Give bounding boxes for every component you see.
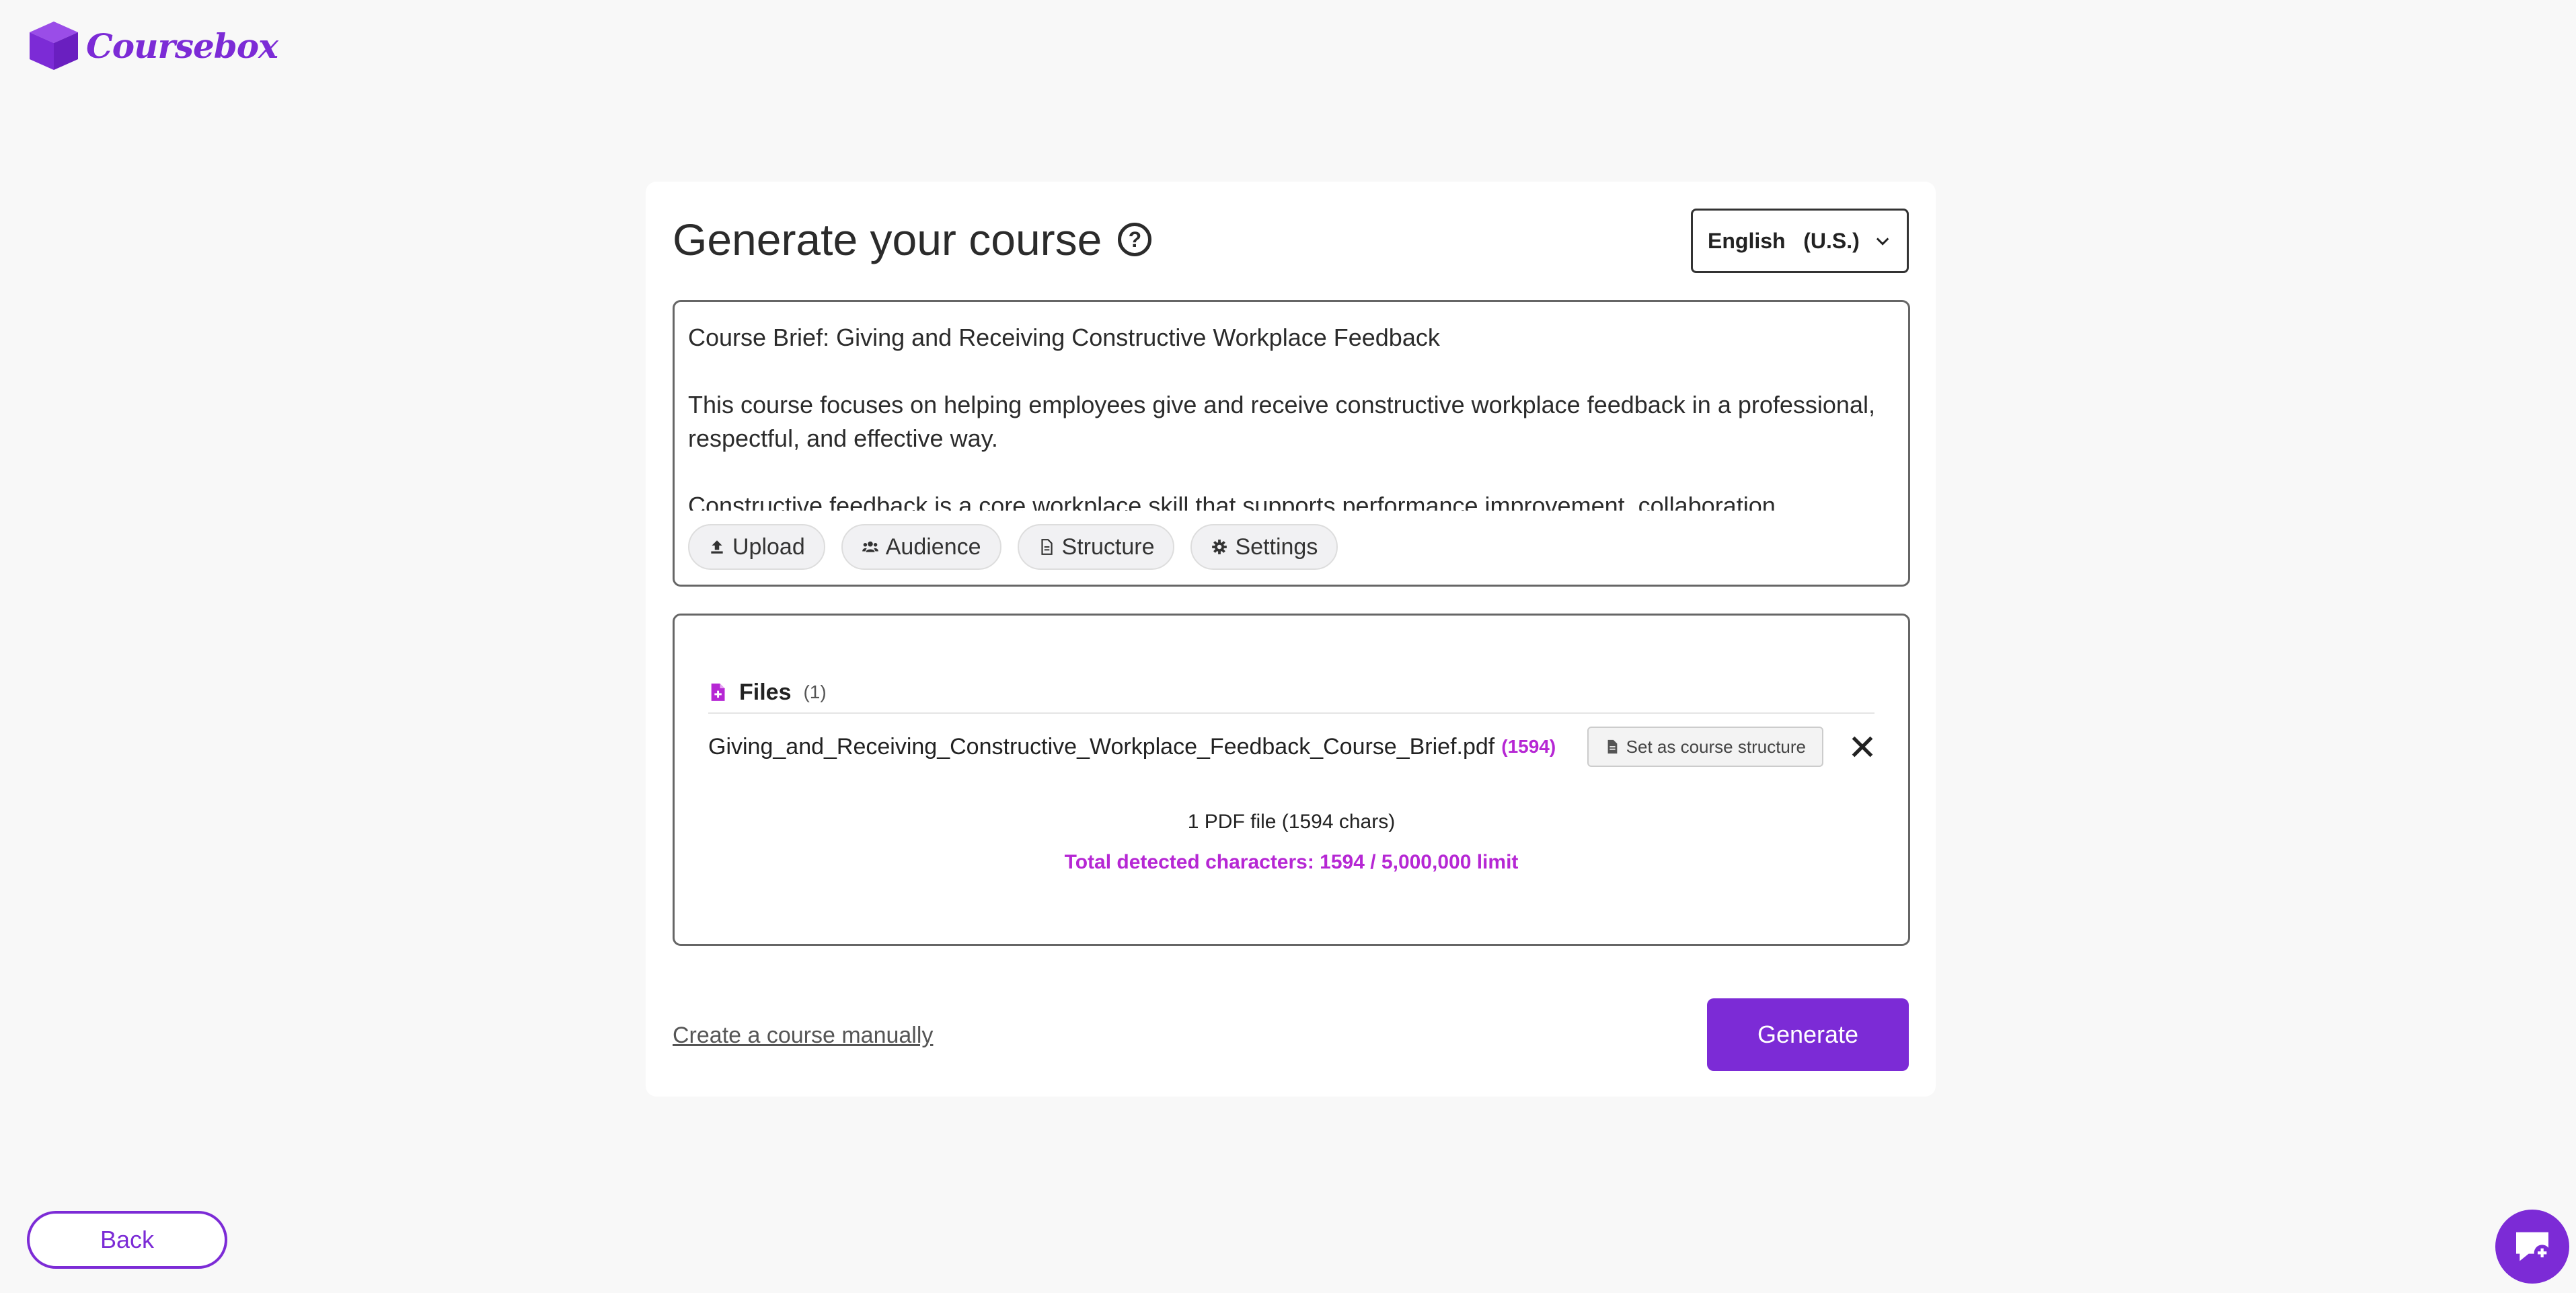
question-circle-icon[interactable]: ? (1118, 223, 1152, 256)
users-icon (862, 541, 878, 552)
structure-chip[interactable]: Structure (1017, 524, 1175, 570)
back-button[interactable]: Back (27, 1211, 227, 1269)
settings-chip[interactable]: Settings (1190, 524, 1338, 570)
page-title: Generate your course (673, 215, 1102, 264)
course-brief-text[interactable]: Course Brief: Giving and Receiving Const… (688, 321, 1881, 511)
language-select[interactable]: English (U.S.) (1691, 209, 1909, 273)
file-char-count: (1594) (1501, 736, 1556, 757)
brand-name: Coursebox (86, 26, 278, 66)
upload-chip[interactable]: Upload (688, 524, 825, 570)
create-course-manually-link[interactable]: Create a course manually (673, 1023, 933, 1049)
chevron-down-icon (1876, 237, 1889, 246)
chat-widget-button[interactable] (2495, 1210, 2569, 1284)
page-title-row: Generate your course ? (673, 214, 1152, 265)
total-characters: Total detected characters: 1594 / 5,000,… (1064, 851, 1519, 873)
files-label: Files (739, 679, 792, 705)
chat-icon (2516, 1232, 2550, 1261)
set-as-course-structure-label: Set as course structure (1626, 736, 1806, 757)
document-icon (1607, 739, 1617, 754)
generate-course-card: Generate your course ? English (U.S.) Co… (646, 182, 1936, 1097)
files-summary: 1 PDF file (1594 chars) (1187, 811, 1396, 833)
files-count: (1) (803, 681, 827, 702)
set-as-course-structure-button[interactable]: Set as course structure (1587, 727, 1823, 767)
structure-chip-label: Structure (1061, 533, 1155, 560)
file-name: Giving_and_Receiving_Constructive_Workpl… (708, 733, 1495, 760)
prompt-toolbar: Upload Audience Structure Settings (688, 524, 1338, 570)
settings-chip-label: Settings (1235, 533, 1318, 560)
audience-chip-label: Audience (885, 533, 981, 560)
document-icon (1040, 539, 1053, 555)
upload-chip-label: Upload (732, 533, 805, 560)
language-selected-value: English (U.S.) (1708, 228, 1860, 253)
files-panel: Files (1) Giving_and_Receiving_Construct… (673, 614, 1910, 946)
upload-icon (711, 540, 723, 554)
generate-button[interactable]: Generate (1707, 998, 1909, 1071)
course-brief-textarea[interactable]: Course Brief: Giving and Receiving Const… (673, 300, 1910, 587)
file-plus-icon (711, 684, 725, 701)
audience-chip[interactable]: Audience (841, 524, 1001, 570)
coursebox-logo[interactable]: Coursebox (27, 20, 278, 71)
file-list-item: Giving_and_Receiving_Constructive_Workpl… (708, 723, 1874, 770)
files-header: Files (1) (708, 672, 1874, 714)
cube-logo-icon (30, 22, 78, 70)
close-icon[interactable] (1850, 735, 1874, 759)
gear-icon (1212, 540, 1227, 554)
